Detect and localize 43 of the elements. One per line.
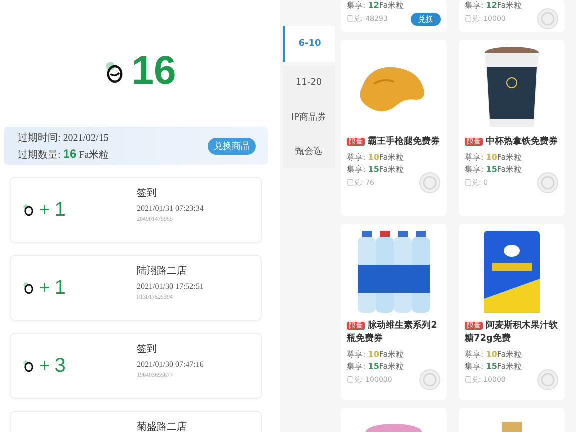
price-line: 集享: 12Fa米粒 bbox=[347, 0, 406, 11]
category-tab[interactable]: IP商品券 bbox=[283, 100, 335, 134]
record-title: 菊盛路二店 bbox=[137, 420, 187, 432]
price-line: 集享: 15Fa米粒 bbox=[465, 164, 524, 175]
price-line: 尊享: 10Fa米粒 bbox=[465, 152, 524, 163]
product-card[interactable] bbox=[459, 408, 565, 432]
category-tab[interactable]: 甄会选 bbox=[283, 134, 335, 168]
price-line: 集享: 15Fa米粒 bbox=[465, 361, 524, 372]
price-line: 集享: 15Fa米粒 bbox=[347, 361, 406, 372]
bean-icon bbox=[23, 204, 35, 216]
bean-icon bbox=[23, 360, 35, 372]
stamp-icon bbox=[537, 369, 559, 391]
price-line: 集享: 12Fa米粒 bbox=[465, 0, 524, 11]
price-line: 尊享: 10Fa米粒 bbox=[347, 152, 406, 163]
record-title: 签到 bbox=[137, 343, 158, 356]
stamp-icon bbox=[419, 369, 441, 391]
plus-sign: + bbox=[39, 202, 51, 218]
product-lid-drawing bbox=[364, 422, 424, 432]
category-tab[interactable]: 11-20 bbox=[283, 66, 335, 100]
expiry-date: 过期时间: 2021/02/15 bbox=[18, 132, 110, 144]
points-balance: 16 bbox=[132, 49, 176, 94]
redeem-button[interactable]: 兑换 bbox=[411, 12, 441, 26]
stamp-icon bbox=[537, 172, 559, 194]
product-card[interactable] bbox=[341, 408, 447, 432]
package-drawing bbox=[502, 420, 522, 432]
record-time: 2021/01/30 17:52:51 bbox=[137, 282, 204, 291]
price-line: 尊享: 10Fa米粒 bbox=[465, 349, 524, 360]
category-tab[interactable]: 6-10 bbox=[283, 26, 335, 62]
expiry-amount: 过期数量: 16 Fa米粒 bbox=[18, 146, 110, 162]
record-title: 签到 bbox=[137, 187, 158, 200]
stamp-icon bbox=[419, 172, 441, 194]
record-time: 2021/01/31 07:23:34 bbox=[137, 204, 204, 213]
bean-icon bbox=[23, 282, 35, 294]
stamp-icon bbox=[537, 8, 559, 30]
price-line: 尊享: 10Fa米粒 bbox=[347, 349, 406, 360]
points-amount: 1 bbox=[54, 198, 66, 222]
points-amount: 3 bbox=[54, 354, 66, 378]
price-line: 集享: 15Fa米粒 bbox=[347, 164, 406, 175]
plus-sign: + bbox=[39, 358, 51, 374]
record-time: 2021/01/30 07:47:16 bbox=[137, 360, 204, 369]
plus-sign: + bbox=[39, 280, 51, 296]
points-amount: 1 bbox=[54, 276, 66, 300]
record-title: 陆翔路二店 bbox=[137, 264, 188, 278]
